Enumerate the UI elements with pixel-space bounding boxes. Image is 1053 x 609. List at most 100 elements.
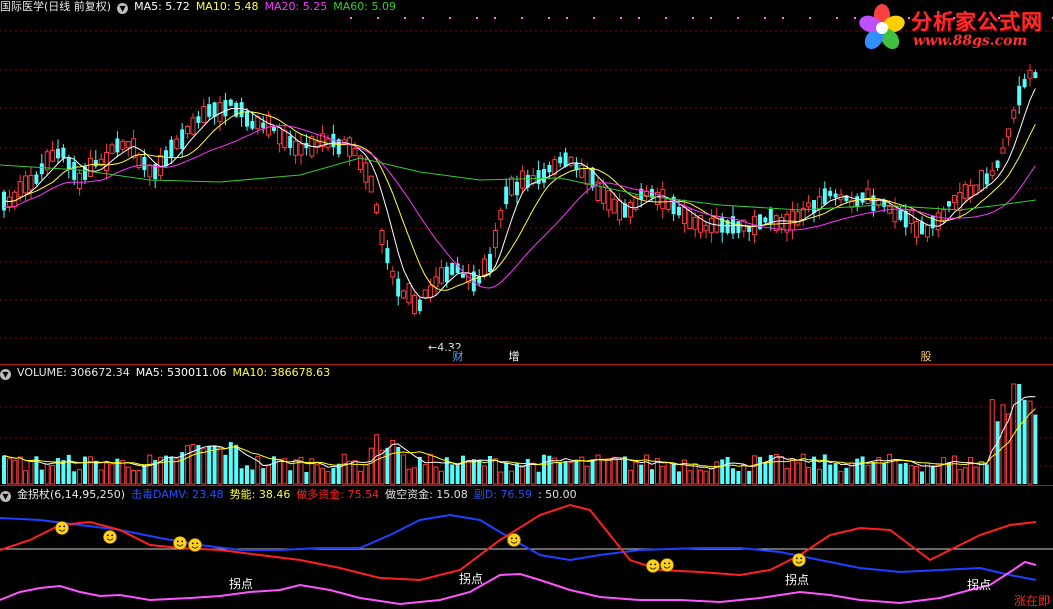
candle (828, 190, 833, 197)
volume-bar (357, 470, 363, 485)
volume-bar (574, 459, 579, 484)
event-dot (593, 17, 595, 19)
indicator-header: ▼ 金拐杖(6,14,95,250) 击毒DAMV: 23.48 势能: 38.46 做… (0, 488, 589, 502)
collapse-arrow-icon[interactable]: ▼ (0, 369, 11, 380)
volume-bar (98, 469, 104, 485)
volume-bar (671, 463, 676, 484)
candle (681, 206, 687, 225)
smiley-icon (55, 521, 69, 535)
volume-bar (44, 463, 50, 485)
volume-bar (871, 462, 876, 484)
volume-bar (887, 453, 893, 485)
event-dot (737, 17, 739, 19)
candle (34, 174, 39, 184)
volume-bar (947, 462, 951, 484)
brand-logo[interactable]: 分析家公式网 www.88gs.com (855, 2, 1051, 54)
candle (855, 196, 860, 207)
volume-bar (892, 459, 898, 485)
candle (617, 199, 623, 221)
volume-bar (714, 461, 720, 485)
volume-bar (492, 458, 498, 485)
candle (1033, 72, 1038, 78)
indicator-value: 势能: 38.46 (229, 488, 291, 501)
volume-bar (320, 468, 326, 485)
volume-bar (212, 445, 217, 484)
candle (87, 157, 93, 177)
candle (109, 144, 115, 154)
smiley-icon (792, 553, 806, 567)
smiley-eye (176, 540, 179, 543)
indicator-panel[interactable]: 拐点 拐点 拐点 拐点涨在即 (0, 503, 1053, 608)
volume-bar (471, 459, 476, 484)
indicator-name[interactable]: 金拐杖(6,14,95,250) (17, 488, 125, 501)
turn-point-label: 拐点 (229, 576, 253, 591)
candle (245, 111, 249, 127)
candle (1000, 147, 1006, 154)
price-panel[interactable]: ←4.32财增股 (0, 64, 1038, 363)
event-dot (449, 17, 451, 19)
volume-bar (962, 467, 968, 485)
indicator-value: : 50.00 (537, 488, 577, 501)
volume-bar (6, 458, 12, 485)
candle (860, 192, 865, 203)
candle (142, 157, 147, 171)
volume-bar (935, 464, 941, 485)
smiley-icon (507, 533, 521, 547)
volume-bar (1000, 404, 1006, 485)
volume-bar (406, 468, 412, 485)
candle (951, 194, 957, 204)
indicator-value: 击毒DAMV: 23.48 (131, 488, 224, 501)
event-dot (638, 17, 640, 19)
indicator-value: 做空资金: 15.08 (385, 488, 468, 501)
volume-bar (650, 469, 654, 484)
volume-bar (758, 456, 762, 484)
volume-bar (401, 454, 407, 485)
volume-bar (515, 463, 519, 484)
stock-name[interactable]: 国际医学(日线 前复权) (0, 0, 111, 13)
volume-bar (822, 454, 827, 484)
collapse-arrow-icon[interactable]: ▼ (117, 3, 129, 14)
smiley-eye (649, 563, 652, 566)
panel-separator[interactable] (0, 485, 1053, 486)
candle (768, 209, 773, 224)
ma10-label: MA10: 5.48 (195, 0, 259, 13)
indicator-pink-line (0, 560, 1037, 606)
candle (708, 218, 714, 234)
brand-url[interactable]: www.88gs.com (913, 33, 1027, 49)
volume-bar (169, 456, 174, 484)
indicator-values: 击毒DAMV: 23.48 势能: 38.46 做多资金: 75.54 做空资金: 1… (131, 488, 583, 501)
candle (611, 198, 617, 214)
candle (812, 200, 816, 213)
volume-bar (363, 463, 369, 485)
volume-bar (250, 469, 255, 484)
volume-bar (552, 457, 558, 485)
volume-bar (951, 455, 957, 485)
ma5-label: MA5: 5.72 (134, 0, 190, 13)
smiley-face (507, 533, 521, 547)
volume-bar (860, 456, 865, 484)
volume-bar (989, 399, 995, 485)
smiley-face (792, 553, 806, 567)
candle (973, 184, 979, 195)
volume-bar (465, 460, 471, 485)
volume-bar (1022, 399, 1027, 484)
candle (207, 104, 212, 117)
candle (558, 156, 563, 164)
collapse-arrow-icon[interactable]: ▼ (0, 491, 11, 502)
grid-lines (0, 17, 1053, 467)
candle (185, 125, 191, 135)
panel-separator[interactable] (0, 364, 1053, 365)
volume-bar (833, 463, 838, 484)
candle (606, 190, 612, 211)
volume-bar (368, 447, 374, 485)
volume-label: VOLUME: 306672.34 (17, 366, 130, 379)
volume-bar (50, 464, 56, 485)
candle (385, 248, 390, 264)
smiley-eye (181, 540, 184, 543)
event-dot (422, 17, 424, 19)
candle (763, 217, 768, 223)
event-marker-cai: 财 (453, 349, 464, 363)
volume-bar (606, 458, 612, 485)
volume-panel[interactable] (2, 383, 1038, 485)
volume-bar (276, 458, 282, 485)
